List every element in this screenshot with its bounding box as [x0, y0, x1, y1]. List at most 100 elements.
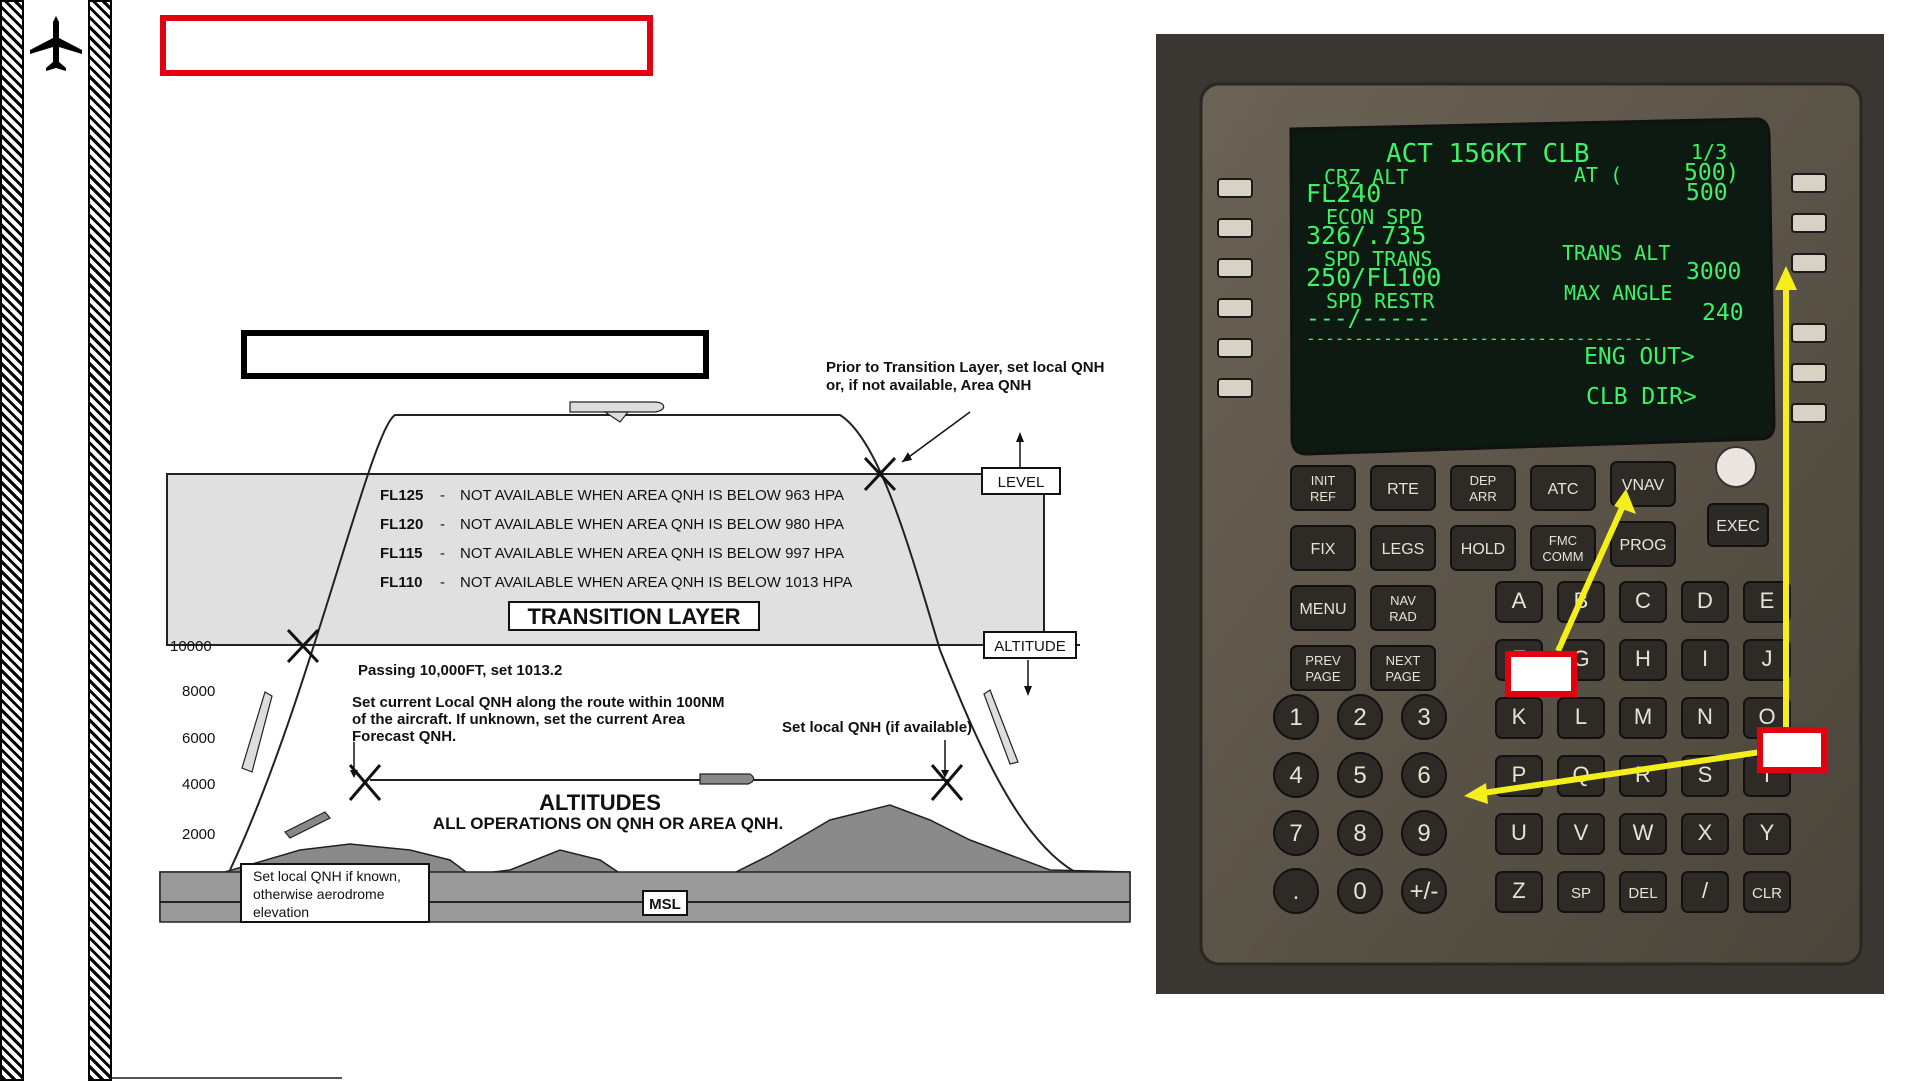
local-qnh-note: Set local QNH (if available) [782, 719, 972, 736]
fkey-dep-arr-label: ARR [1469, 489, 1496, 504]
num-key-6[interactable]: 6 [1401, 752, 1447, 798]
letter-key-clr[interactable]: CLR [1743, 871, 1791, 913]
lsk-5l[interactable] [1217, 338, 1253, 358]
alt-tick: 2000 [182, 826, 215, 843]
fkey-prev-page-label: PAGE [1305, 669, 1340, 684]
fkey-fix[interactable]: FIX [1290, 525, 1356, 571]
fkey-nav-rad[interactable]: NAVRAD [1370, 585, 1436, 631]
fkey-atc-label: ATC [1548, 481, 1579, 498]
letter-key-i[interactable]: I [1681, 639, 1729, 681]
num-key-5[interactable]: 5 [1337, 752, 1383, 798]
fkey-legs[interactable]: LEGS [1370, 525, 1436, 571]
lsk-4r[interactable] [1791, 323, 1827, 343]
num-key-4[interactable]: 4 [1273, 752, 1319, 798]
passing-note: Passing 10,000FT, set 1013.2 [358, 662, 562, 679]
letter-key-m[interactable]: M [1619, 697, 1667, 739]
letter-key-a[interactable]: A [1495, 581, 1543, 623]
title-redacted-box [160, 15, 653, 76]
num-key-+/-[interactable]: +/- [1401, 868, 1447, 914]
num-key-3[interactable]: 3 [1401, 694, 1447, 740]
num-key-label: 2 [1353, 704, 1366, 731]
screen-transalt-label: TRANS ALT [1562, 241, 1670, 265]
num-key-9[interactable]: 9 [1401, 810, 1447, 856]
aerodrome-note-line1: Set local QNH if known, [253, 868, 401, 884]
letter-key-i-label: I [1702, 646, 1708, 671]
num-key-2[interactable]: 2 [1337, 694, 1383, 740]
num-key-label: 0 [1353, 878, 1366, 905]
letter-key-u[interactable]: U [1495, 813, 1543, 855]
num-key-8[interactable]: 8 [1337, 810, 1383, 856]
letter-key-k-label: K [1512, 704, 1527, 729]
screen-spdtrans-value: 250/FL100 [1306, 263, 1441, 292]
screen-divider: ------------------------------------ [1306, 329, 1653, 348]
lsk-5r[interactable] [1791, 363, 1827, 383]
num-key-0[interactable]: 0 [1337, 868, 1383, 914]
airplane-icon-low-left [284, 811, 331, 839]
alt-tick: 4000 [182, 776, 215, 793]
fkey-prev-page[interactable]: PREVPAGE [1290, 645, 1356, 691]
letter-key-j-label: J [1762, 646, 1773, 671]
letter-key-y[interactable]: Y [1743, 813, 1791, 855]
msl-label: MSL [649, 896, 681, 913]
fkey-nav-rad-label: NAV [1390, 593, 1416, 608]
lsk-6r[interactable] [1791, 403, 1827, 423]
lsk-3r[interactable] [1791, 253, 1827, 273]
fkey-init-ref-label: INIT [1311, 473, 1336, 488]
fkey-hold-label: HOLD [1461, 541, 1505, 558]
airplane-icon-descent [983, 689, 1019, 765]
fkey-prog[interactable]: PROG [1610, 521, 1676, 567]
fl-dash: - [440, 516, 445, 533]
letter-key-w[interactable]: W [1619, 813, 1667, 855]
fkey-rte[interactable]: RTE [1370, 465, 1436, 511]
letter-key-k[interactable]: K [1495, 697, 1543, 739]
letter-key-h[interactable]: H [1619, 639, 1667, 681]
screen-clbdir: CLB DIR> [1586, 384, 1697, 410]
letter-key-d[interactable]: D [1681, 581, 1729, 623]
letter-key-c[interactable]: C [1619, 581, 1667, 623]
fl-label: FL125 [380, 487, 423, 504]
right-hatched-rail [88, 0, 112, 1081]
letter-key-z[interactable]: Z [1495, 871, 1543, 913]
airplane-icon [30, 16, 82, 71]
fl-dash: - [440, 487, 445, 504]
lsk-6l[interactable] [1217, 378, 1253, 398]
letter-key-z-label: Z [1512, 878, 1525, 903]
lsk-1r[interactable] [1791, 173, 1827, 193]
letter-key-y-label: Y [1760, 820, 1775, 845]
cdu-panel: ACT 156KT CLB 1/3 CRZ ALT AT ( 500) FL24… [1156, 34, 1884, 994]
lsk-1l[interactable] [1217, 178, 1253, 198]
fkey-init-ref-label: REF [1310, 489, 1336, 504]
screen-transalt-value: 3000 [1686, 259, 1741, 285]
letter-key-x[interactable]: X [1681, 813, 1729, 855]
lsk-3l[interactable] [1217, 258, 1253, 278]
letter-key-p-label: P [1512, 762, 1527, 787]
fkey-fix-label: FIX [1311, 541, 1336, 558]
letter-key-sp[interactable]: SP [1557, 871, 1605, 913]
altitudes-subtitle: ALL OPERATIONS ON QNH OR AREA QNH. [433, 814, 783, 833]
lsk-2r[interactable] [1791, 213, 1827, 233]
num-key-1[interactable]: 1 [1273, 694, 1319, 740]
fkey-hold[interactable]: HOLD [1450, 525, 1516, 571]
fkey-init-ref[interactable]: INITREF [1290, 465, 1356, 511]
num-key-.[interactable]: . [1273, 868, 1319, 914]
letter-key-a-label: A [1512, 588, 1527, 613]
letter-key-l[interactable]: L [1557, 697, 1605, 739]
letter-key-x[interactable]: / [1681, 871, 1729, 913]
fkey-fmc-comm[interactable]: FMCCOMM [1530, 525, 1596, 571]
letter-key-n[interactable]: N [1681, 697, 1729, 739]
transition-layer-label: TRANSITION LAYER [527, 604, 740, 629]
letter-key-v[interactable]: V [1557, 813, 1605, 855]
lsk-4l[interactable] [1217, 298, 1253, 318]
letter-key-del-label: DEL [1628, 885, 1657, 902]
fkey-next-page[interactable]: NEXTPAGE [1370, 645, 1436, 691]
letter-key-r[interactable]: R [1619, 755, 1667, 797]
num-key-label: 4 [1289, 762, 1302, 789]
fkey-atc[interactable]: ATC [1530, 465, 1596, 511]
lsk-2l[interactable] [1217, 218, 1253, 238]
num-key-7[interactable]: 7 [1273, 810, 1319, 856]
fkey-menu[interactable]: MENU [1290, 585, 1356, 631]
brightness-knob[interactable] [1715, 446, 1757, 488]
fkey-dep-arr[interactable]: DEPARR [1450, 465, 1516, 511]
letter-key-w-label: W [1633, 820, 1654, 845]
letter-key-del[interactable]: DEL [1619, 871, 1667, 913]
